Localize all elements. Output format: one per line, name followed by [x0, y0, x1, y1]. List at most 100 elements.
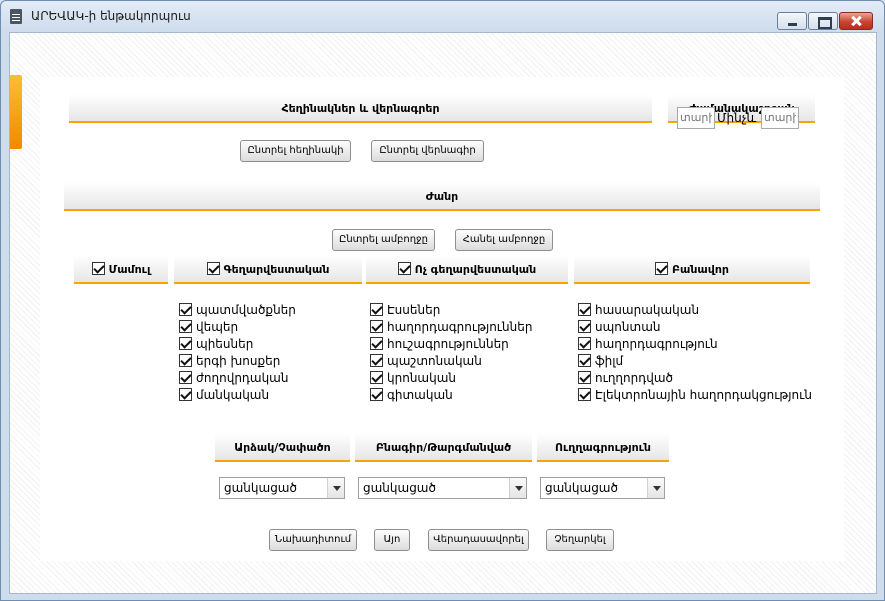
item-label: մանկական [196, 388, 270, 402]
nonfiction-list: Էսսեներ հաղորդագրություններ հուշագրությո… [370, 302, 532, 404]
list-item[interactable]: վեպեր [179, 319, 296, 336]
checkbox[interactable] [578, 388, 591, 401]
choose-title-button[interactable]: Ընտրել վերնագիր [371, 140, 484, 162]
checkbox[interactable] [370, 337, 383, 350]
item-label: ուղղորդված [595, 371, 673, 385]
item-label: երգի խոսքեր [196, 354, 281, 368]
item-label: ֆիլմ [595, 354, 624, 368]
prose-verse-header: Արձակ/Չափածո [215, 433, 350, 462]
checkbox[interactable] [578, 303, 591, 316]
checkbox[interactable] [370, 371, 383, 384]
select-value: ցանկացած [363, 481, 436, 495]
original-translated-header: Բնագիր/Թարգմանված [355, 433, 532, 462]
list-item[interactable]: հասարակական [578, 302, 812, 319]
prose-verse-select[interactable]: ցանկացած [219, 477, 345, 499]
list-item[interactable]: կրոնական [370, 370, 532, 387]
list-item[interactable]: պատմվածքներ [179, 302, 296, 319]
select-value: ցանկացած [224, 481, 297, 495]
deselect-all-button[interactable]: Հանել ամբողջը [455, 229, 553, 251]
list-item[interactable]: գիտական [370, 387, 532, 404]
item-label: պաշտոնական [387, 354, 482, 368]
item-label: սպոնտան [595, 320, 661, 334]
checkbox[interactable] [179, 337, 192, 350]
group-nonfiction[interactable]: Ոչ գեղարվեստական [366, 255, 568, 284]
checkbox[interactable] [370, 320, 383, 333]
authors-titles-header: Հեղինակներ և վերնագրեր [69, 94, 652, 123]
item-label: Էսսեներ [387, 303, 441, 317]
item-label: հաղորդագրություն [595, 337, 718, 351]
app-window: ԱՐԵՎԱԿ-ի ենթակորպուս [0, 0, 885, 601]
from-year-input[interactable] [677, 107, 715, 129]
item-label: պատմվածքներ [196, 303, 296, 317]
title-bar[interactable]: ԱՐԵՎԱԿ-ի ենթակորպուս [1, 1, 884, 31]
chevron-down-icon[interactable] [327, 478, 344, 498]
list-item[interactable]: ուղղորդված [578, 370, 812, 387]
genre-header: Ժանր [64, 182, 820, 211]
checkbox[interactable] [179, 320, 192, 333]
until-label: Մինչև [717, 111, 757, 125]
checkbox[interactable] [179, 303, 192, 316]
list-item[interactable]: պիեսներ [179, 336, 296, 353]
fiction-label: Գեղարվեստական [223, 263, 330, 276]
checkbox[interactable] [179, 371, 192, 384]
list-item[interactable]: ժողովրդական [179, 370, 296, 387]
list-item[interactable]: ֆիլմ [578, 353, 812, 370]
select-all-button[interactable]: Ընտրել ամբողջը [332, 229, 435, 251]
nonfiction-label: Ոչ գեղարվեստական [414, 263, 537, 276]
maximize-button[interactable] [808, 12, 838, 30]
checkbox[interactable] [578, 354, 591, 367]
select-value: ցանկացած [545, 481, 618, 495]
chevron-down-icon[interactable] [509, 478, 526, 498]
nonfiction-checkbox[interactable] [397, 262, 411, 275]
checkbox[interactable] [578, 320, 591, 333]
item-label: գիտական [387, 388, 453, 402]
checkbox[interactable] [370, 388, 383, 401]
item-label: պիեսներ [196, 337, 254, 351]
window-title: ԱՐԵՎԱԿ-ի ենթակորպուս [31, 9, 191, 23]
checkbox[interactable] [179, 388, 192, 401]
preview-button[interactable]: Նախադիտում [269, 529, 357, 551]
item-label: ժողովրդական [196, 371, 289, 385]
orthography-header: Ուղղագրություն [537, 433, 669, 462]
side-tab [10, 75, 22, 149]
checkbox[interactable] [578, 371, 591, 384]
checkbox[interactable] [179, 354, 192, 367]
reset-button[interactable]: Վերադասավորել [428, 529, 529, 551]
list-item[interactable]: հուշագրություններ [370, 336, 532, 353]
item-label: կրոնական [387, 371, 457, 385]
to-year-input[interactable] [761, 107, 799, 129]
list-item[interactable]: հաղորդագրություններ [370, 319, 532, 336]
list-item[interactable]: երգի խոսքեր [179, 353, 296, 370]
fiction-list: պատմվածքներ վեպեր պիեսներ երգի խոսքեր ժո… [179, 302, 296, 404]
list-item[interactable]: սպոնտան [578, 319, 812, 336]
ok-button[interactable]: Այո [374, 529, 410, 551]
orthography-select[interactable]: ցանկացած [540, 477, 665, 499]
fiction-checkbox[interactable] [206, 262, 220, 275]
press-checkbox[interactable] [91, 262, 105, 275]
item-label: հասարակական [595, 303, 700, 317]
spoken-checkbox[interactable] [655, 262, 669, 275]
item-label: հաղորդագրություններ [387, 320, 533, 334]
list-item[interactable]: մանկական [179, 387, 296, 404]
list-item[interactable]: Էսսեներ [370, 302, 532, 319]
checkbox[interactable] [578, 337, 591, 350]
checkbox[interactable] [370, 303, 383, 316]
document-icon [10, 9, 22, 24]
list-item[interactable]: հաղորդագրություն [578, 336, 812, 353]
original-translated-select[interactable]: ցանկացած [358, 477, 527, 499]
chevron-down-icon[interactable] [647, 478, 664, 498]
group-press[interactable]: Մամուլ [74, 255, 168, 284]
cancel-button[interactable]: Չեղարկել [546, 529, 614, 551]
list-item[interactable]: պաշտոնական [370, 353, 532, 370]
close-button[interactable] [839, 12, 873, 30]
spoken-label: Բանավոր [672, 263, 729, 276]
checkbox[interactable] [370, 354, 383, 367]
list-item[interactable]: Էլեկտրոնային հաղորդակցություն [578, 387, 812, 404]
spoken-list: հասարակական սպոնտան հաղորդագրություն ֆիլ… [578, 302, 812, 404]
item-label: հուշագրություններ [387, 337, 509, 351]
choose-author-button[interactable]: Ընտրել հեղինակի [240, 140, 351, 162]
press-label: Մամուլ [108, 263, 151, 276]
group-spoken[interactable]: Բանավոր [574, 255, 810, 284]
minimize-button[interactable] [777, 12, 807, 30]
group-fiction[interactable]: Գեղարվեստական [174, 255, 362, 284]
